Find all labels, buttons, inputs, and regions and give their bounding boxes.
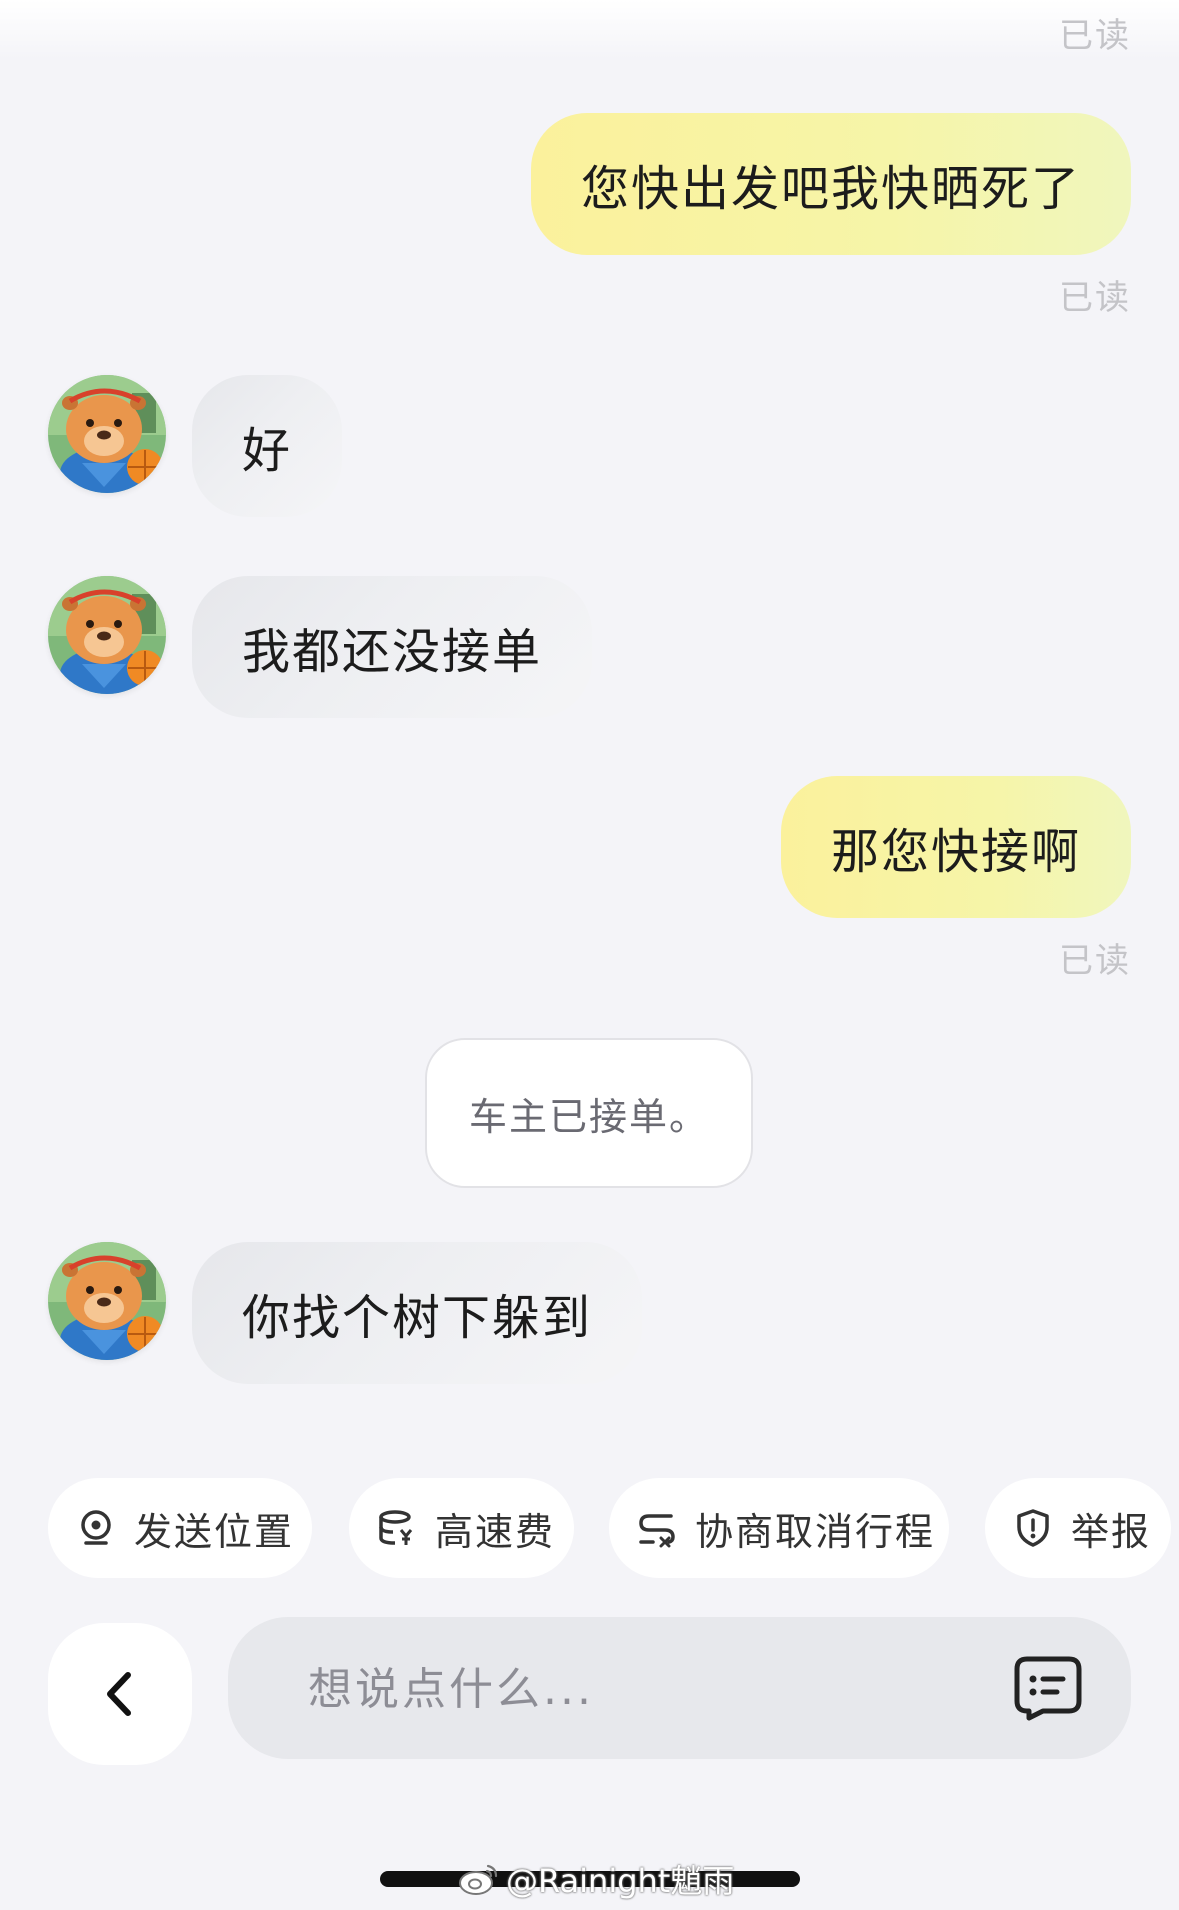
driver-avatar[interactable]	[48, 375, 166, 493]
system-notice: 车主已接单。	[425, 1038, 753, 1188]
message-text: 那您快接啊	[830, 824, 1081, 880]
message-text: 您快出发吧我快晒死了	[580, 161, 1081, 217]
read-receipt: 已读	[1059, 941, 1131, 981]
capybara-avatar-icon	[48, 576, 166, 694]
chip-label: 高速费	[435, 1509, 556, 1554]
outgoing-message-bubble[interactable]: 那您快接啊	[780, 776, 1131, 918]
toll-fee-icon	[379, 1510, 413, 1545]
quick-phrase-icon	[1014, 1656, 1082, 1721]
location-icon	[81, 1510, 111, 1545]
quick-phrase-button[interactable]	[1013, 1655, 1083, 1721]
top-fade	[0, 0, 1179, 60]
driver-avatar[interactable]	[48, 1242, 166, 1360]
outgoing-message-bubble[interactable]: 您快出发吧我快晒死了	[530, 113, 1131, 255]
chevron-left-icon	[107, 1672, 131, 1716]
driver-avatar[interactable]	[48, 576, 166, 694]
message-input[interactable]	[306, 1652, 930, 1726]
back-button[interactable]	[48, 1623, 192, 1765]
weibo-logo-icon	[459, 1864, 498, 1895]
incoming-message-bubble[interactable]: 我都还没接单	[192, 576, 593, 718]
message-text: 我都还没接单	[242, 624, 543, 680]
message-text: 好	[242, 423, 293, 479]
report-button[interactable]: 举报	[985, 1478, 1171, 1578]
toll-fee-button[interactable]: 高速费	[349, 1478, 574, 1578]
read-receipt: 已读	[1059, 278, 1131, 318]
chip-label: 举报	[1071, 1509, 1152, 1554]
message-text: 你找个树下躲到	[242, 1290, 593, 1346]
message-input-bar	[228, 1617, 1131, 1759]
incoming-message-bubble[interactable]: 你找个树下躲到	[192, 1242, 643, 1384]
system-notice-text: 车主已接单。	[468, 1094, 709, 1139]
send-location-button[interactable]: 发送位置	[48, 1478, 312, 1578]
incoming-message-bubble[interactable]: 好	[192, 375, 343, 517]
chip-label: 发送位置	[134, 1509, 295, 1554]
watermark-text: @Rainight魈雨	[506, 1862, 735, 1900]
cancel-route-icon	[639, 1514, 675, 1548]
quick-actions-bar: 发送位置 高速费 协商取消行程 举报	[48, 1478, 1179, 1578]
shield-report-icon	[1017, 1509, 1049, 1547]
read-receipt: 已读	[1059, 16, 1131, 56]
capybara-avatar-icon	[48, 375, 166, 493]
chip-label: 协商取消行程	[695, 1509, 936, 1554]
capybara-avatar-icon	[48, 1242, 166, 1360]
watermark: @Rainight魈雨	[458, 1858, 734, 1900]
negotiate-cancel-button[interactable]: 协商取消行程	[609, 1478, 949, 1578]
